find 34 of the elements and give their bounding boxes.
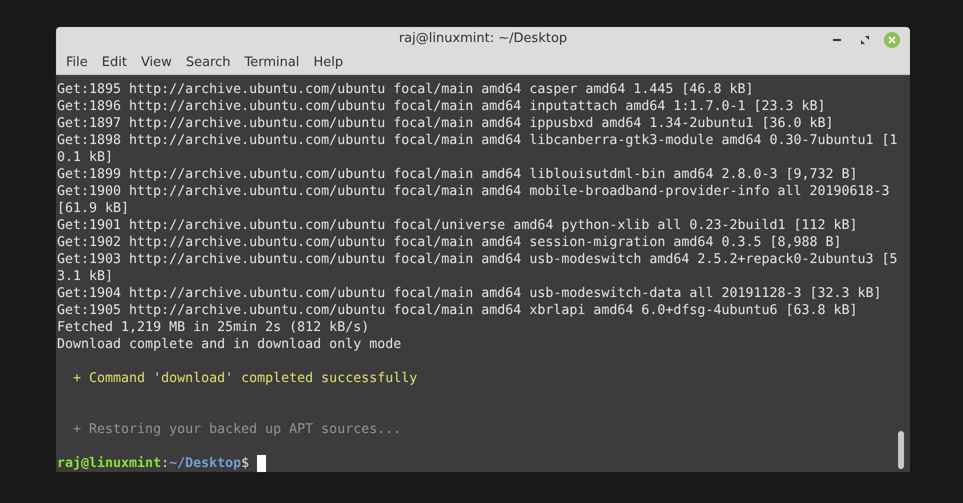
terminal-line: Get:1899 http://archive.ubuntu.com/ubuntu focal/main amd64 liblouisutdml-bin amd64 2.8.0-3 [9,732 B] — [57, 166, 858, 183]
terminal-line: Get:1902 http://archive.ubuntu.com/ubuntu focal/main amd64 session-migration amd64 0.3.5 [8,988 B] — [57, 234, 842, 251]
terminal-line: Get:1903 http://archive.ubuntu.com/ubuntu focal/main amd64 usb-modeswitch amd64 2.5.2+repack0-2ubuntu3 [5 — [57, 251, 898, 268]
maximize-icon — [861, 36, 869, 44]
menu-item[interactable]: Search — [178, 52, 238, 72]
close-icon — [888, 36, 896, 44]
menu-item[interactable]: File — [59, 52, 95, 72]
terminal-line: Get:1900 http://archive.ubuntu.com/ubuntu focal/main amd64 mobile-broadband-provider-info all 20190618-3 — [57, 183, 890, 200]
window-title: raj@linuxmint: ~/Desktop — [398, 30, 568, 48]
cursor — [257, 455, 266, 472]
prompt-symbol: $ — [241, 455, 250, 472]
terminal-line: 0.1 kB] — [57, 149, 114, 166]
terminal-line: [61.9 kB] — [57, 200, 130, 217]
terminal-line: Get:1901 http://archive.ubuntu.com/ubuntu focal/universe amd64 python-xlib all 0.23-2build1 [112 kB] — [57, 217, 858, 234]
terminal-line: Get:1895 http://archive.ubuntu.com/ubuntu focal/main amd64 casper amd64 1.445 [46.8 kB] — [57, 81, 754, 98]
terminal-line: Get:1905 http://archive.ubuntu.com/ubuntu focal/main amd64 xbrlapi amd64 6.0+dfsg-4ubuntu6 [63.8 kB] — [57, 302, 858, 319]
scrollbar-thumb[interactable] — [898, 431, 904, 469]
prompt-path: ~/Desktop — [169, 455, 242, 472]
terminal-line: Fetched 1,219 MB in 25min 2s (812 kB/s) — [57, 319, 370, 336]
terminal-line: 3.1 kB] — [57, 268, 114, 285]
terminal-line: Download complete and in download only mode — [57, 336, 402, 353]
terminal-line: + Command 'download' completed successfully — [72, 370, 418, 387]
terminal-line: Get:1904 http://archive.ubuntu.com/ubuntu focal/main amd64 usb-modeswitch-data all 20191128-3 [32.3 kB] — [57, 285, 882, 302]
prompt-user: raj@linuxmint — [57, 455, 162, 472]
menu-item[interactable]: Edit — [94, 52, 134, 72]
minimize-icon — [833, 39, 841, 41]
menu-item[interactable]: View — [134, 52, 179, 72]
terminal-line: Get:1897 http://archive.ubuntu.com/ubuntu focal/main amd64 ippusbxd amd64 1.34-2ubuntu1 [36.0 kB] — [57, 115, 834, 132]
terminal-line: + Restoring your backed up APT sources... — [72, 421, 402, 438]
menu-item[interactable]: Help — [306, 52, 350, 72]
terminal-line: Get:1898 http://archive.ubuntu.com/ubuntu focal/main amd64 libcanberra-gtk3-module amd64 0.30-7ubuntu1 [1 — [57, 132, 898, 149]
terminal-line: Get:1896 http://archive.ubuntu.com/ubuntu focal/main amd64 inputattach amd64 1:1.7.0-1 [23.3 kB] — [57, 98, 826, 115]
prompt-separator: : — [161, 455, 170, 472]
menu-item[interactable]: Terminal — [237, 52, 306, 72]
